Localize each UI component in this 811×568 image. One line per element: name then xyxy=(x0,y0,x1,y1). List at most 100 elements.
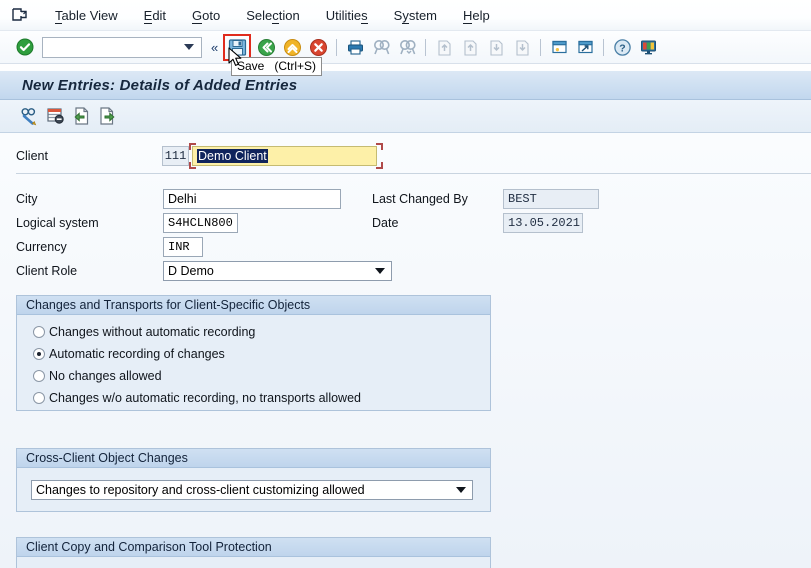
city-label: City xyxy=(16,192,38,206)
radio-option-1[interactable]: Automatic recording of changes xyxy=(33,343,490,365)
save-tooltip: Save (Ctrl+S) xyxy=(231,57,323,76)
menu-item-table-view[interactable]: Table View xyxy=(42,5,131,26)
group-title: Changes and Transports for Client-Specif… xyxy=(17,296,490,315)
print-icon[interactable] xyxy=(344,36,366,58)
menu-item-utilities[interactable]: Utilities xyxy=(313,5,381,26)
previous-entry-icon[interactable] xyxy=(70,104,94,128)
logical-system-row: Logical system S4HCLN800 xyxy=(16,213,238,233)
last-changed-by-row: Last Changed By BEST xyxy=(372,189,599,209)
page-title: New Entries: Details of Added Entries xyxy=(22,76,298,94)
collapse-chevron-icon[interactable]: « xyxy=(211,40,218,55)
content-area: Client 111 Demo Client City Delhi Last C… xyxy=(0,133,811,568)
logical-system-value: S4HCLN800 xyxy=(168,216,233,230)
create-shortcut-icon[interactable] xyxy=(574,36,596,58)
radio-option-3[interactable]: Changes w/o automatic recording, no tran… xyxy=(33,387,490,409)
previous-page-icon[interactable] xyxy=(459,36,481,58)
create-session-icon[interactable] xyxy=(548,36,570,58)
city-field[interactable]: Delhi xyxy=(163,189,341,209)
cross-client-combo[interactable]: Changes to repository and cross-client c… xyxy=(31,480,473,500)
client-role-value: D Demo xyxy=(168,264,214,278)
menu-mnemonic: s xyxy=(361,7,368,24)
menu-mnemonic: y xyxy=(402,7,409,24)
display-change-icon[interactable] xyxy=(18,104,42,128)
currency-field[interactable]: INR xyxy=(163,237,203,257)
radio-label: Changes w/o automatic recording, no tran… xyxy=(49,391,361,405)
toolbar-divider xyxy=(336,38,338,56)
group-cross-client-object-changes: Cross-Client Object Changes Changes to r… xyxy=(16,448,491,512)
group-body: Protection level 0: No restriction xyxy=(17,557,490,568)
section-divider xyxy=(16,173,811,174)
group-client-copy-protection: Client Copy and Comparison Tool Protecti… xyxy=(16,537,491,568)
application-toolbar xyxy=(0,100,811,133)
menu-mnemonic: H xyxy=(463,7,473,24)
radio-icon[interactable] xyxy=(33,326,45,338)
delete-entry-icon[interactable] xyxy=(44,104,68,128)
svg-text:?: ? xyxy=(619,42,625,54)
client-label: Client xyxy=(16,149,48,163)
exit-icon[interactable] xyxy=(281,36,303,58)
menu-bar: Table View Edit Goto Selection Utilities… xyxy=(0,0,811,31)
menu-item-help[interactable]: Help xyxy=(450,5,503,26)
radio-option-2[interactable]: No changes allowed xyxy=(33,365,490,387)
toolbar-divider xyxy=(603,38,605,56)
first-page-icon[interactable] xyxy=(433,36,455,58)
enter-ok-icon[interactable] xyxy=(16,38,34,56)
group-title: Client Copy and Comparison Tool Protecti… xyxy=(17,538,490,557)
cross-client-value: Changes to repository and cross-client c… xyxy=(36,483,365,497)
menu-mnemonic: c xyxy=(272,7,279,24)
customize-layout-icon[interactable] xyxy=(637,36,659,58)
exit-window-icon[interactable] xyxy=(10,6,30,24)
chevron-down-icon[interactable] xyxy=(456,487,466,493)
chevron-down-icon[interactable] xyxy=(184,44,194,50)
date-row: Date 13.05.2021 xyxy=(372,213,583,233)
menu-item-label: dit xyxy=(152,7,167,23)
back-icon[interactable] xyxy=(255,36,277,58)
menu-item-label: oto xyxy=(202,7,221,23)
radio-label: Automatic recording of changes xyxy=(49,347,225,361)
next-page-icon[interactable] xyxy=(485,36,507,58)
last-changed-by-value: BEST xyxy=(508,192,537,206)
city-value: Delhi xyxy=(168,192,197,206)
toolbar-divider xyxy=(425,38,427,56)
next-entry-icon[interactable] xyxy=(96,104,120,128)
client-number-field[interactable]: 111 xyxy=(162,146,189,166)
cancel-icon[interactable] xyxy=(307,36,329,58)
menu-item-label: able View xyxy=(61,7,118,23)
radio-icon[interactable] xyxy=(33,370,45,382)
find-icon[interactable] xyxy=(370,36,392,58)
client-row: Client 111 Demo Client xyxy=(16,143,383,169)
client-name-value: Demo Client xyxy=(197,149,268,163)
group-body: Changes without automatic recording Auto… xyxy=(17,315,490,409)
help-icon[interactable]: ? xyxy=(611,36,633,58)
main-toolbar: « ? xyxy=(0,31,811,64)
logical-system-field[interactable]: S4HCLN800 xyxy=(163,213,238,233)
radio-label: No changes allowed xyxy=(49,369,162,383)
date-field: 13.05.2021 xyxy=(503,213,583,233)
last-changed-by-field: BEST xyxy=(503,189,599,209)
chevron-down-icon[interactable] xyxy=(375,268,385,274)
menu-mnemonic: G xyxy=(192,7,203,24)
date-label: Date xyxy=(372,216,399,230)
radio-icon-selected[interactable] xyxy=(33,348,45,360)
last-page-icon[interactable] xyxy=(511,36,533,58)
date-value: 13.05.2021 xyxy=(508,216,581,230)
menu-item-goto[interactable]: Goto xyxy=(179,5,233,26)
screen-title-bar: New Entries: Details of Added Entries xyxy=(0,70,811,100)
radio-label: Changes without automatic recording xyxy=(49,325,256,339)
logical-system-label: Logical system xyxy=(16,216,99,230)
client-name-field[interactable]: Demo Client xyxy=(192,146,377,166)
client-number-value: 111 xyxy=(164,149,187,163)
client-role-combo[interactable]: D Demo xyxy=(163,261,392,281)
command-field[interactable] xyxy=(42,36,202,58)
radio-icon[interactable] xyxy=(33,392,45,404)
client-role-label: Client Role xyxy=(16,264,78,278)
radio-option-0[interactable]: Changes without automatic recording xyxy=(33,321,490,343)
menu-item-edit[interactable]: Edit xyxy=(131,5,179,26)
menu-item-selection[interactable]: Selection xyxy=(233,5,313,26)
sap-gui-window: Table View Edit Goto Selection Utilities… xyxy=(0,0,811,568)
mouse-cursor-icon xyxy=(228,47,244,72)
menu-mnemonic: E xyxy=(143,7,153,24)
menu-item-system[interactable]: System xyxy=(381,5,450,26)
last-changed-by-label: Last Changed By xyxy=(372,192,468,206)
find-next-icon[interactable] xyxy=(396,36,418,58)
